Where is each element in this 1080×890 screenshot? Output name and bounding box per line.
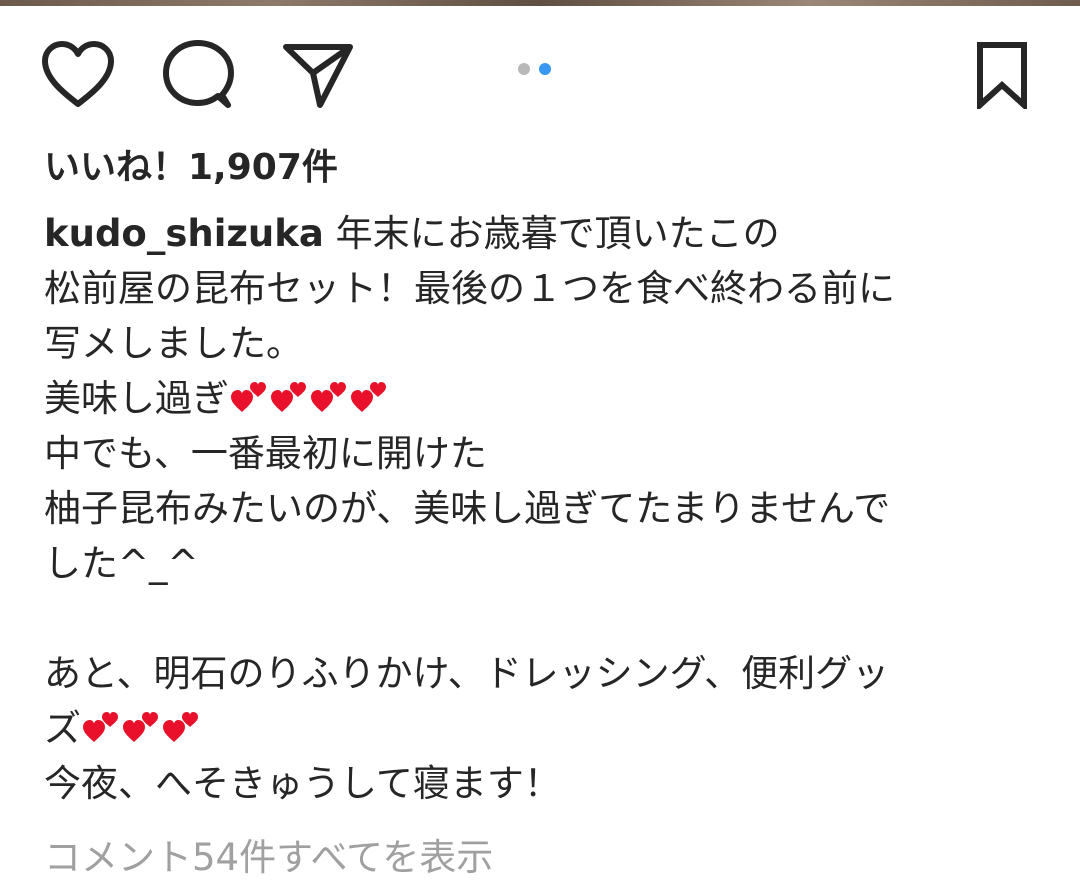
caption-line: 柚子昆布みたいのが、美味し過ぎてたまりませんで bbox=[44, 487, 891, 530]
two-hearts-emoji bbox=[83, 712, 118, 742]
two-hearts-emoji bbox=[271, 382, 306, 412]
caption-username[interactable]: kudo_shizuka bbox=[44, 212, 324, 255]
caption-line: ズ bbox=[44, 707, 81, 750]
post-caption: kudo_shizuka 年末にお歳暮で頂いたこの 松前屋の昆布セット！最後の１… bbox=[44, 206, 1044, 811]
two-hearts-emoji bbox=[123, 712, 158, 742]
post-action-bar bbox=[0, 30, 1080, 120]
caption-line: 中でも、一番最初に開けた bbox=[44, 432, 487, 475]
view-all-comments-link[interactable]: コメント54件すべてを表示 bbox=[44, 830, 493, 886]
caption-line: 松前屋の昆布セット！最後の１つを食べ終わる前に bbox=[44, 267, 895, 310]
hearts-emoji-group bbox=[81, 707, 201, 747]
carousel-dot-1 bbox=[518, 63, 530, 75]
two-hearts-emoji bbox=[311, 382, 346, 412]
likes-count[interactable]: いいね！1,907件 bbox=[44, 140, 338, 196]
heart-outline-icon bbox=[42, 41, 114, 107]
paper-plane-icon bbox=[283, 44, 353, 108]
caption-line: 今夜、へそきゅうして寝ます！ bbox=[44, 762, 561, 805]
two-hearts-emoji bbox=[163, 712, 198, 742]
caption-line: した^_^ bbox=[44, 542, 199, 585]
comment-button[interactable] bbox=[158, 30, 238, 120]
post-photo-edge bbox=[0, 0, 1080, 6]
like-button[interactable] bbox=[38, 30, 118, 120]
caption-line: 美味し過ぎ bbox=[44, 377, 229, 420]
hearts-emoji-group bbox=[229, 377, 389, 417]
caption-line: 年末にお歳暮で頂いたこの bbox=[323, 212, 780, 255]
carousel-dot-2-active bbox=[539, 63, 551, 75]
caption-line: 写メしました。 bbox=[44, 322, 303, 365]
caption-line: あと、明石のりふりかけ、ドレッシング、便利グッ bbox=[44, 652, 890, 695]
carousel-indicator bbox=[518, 63, 551, 75]
bookmark-icon bbox=[977, 42, 1027, 109]
two-hearts-emoji bbox=[231, 382, 266, 412]
two-hearts-emoji bbox=[351, 382, 386, 412]
save-button[interactable] bbox=[962, 30, 1042, 120]
share-button[interactable] bbox=[278, 30, 358, 120]
comment-bubble-icon bbox=[163, 40, 234, 108]
